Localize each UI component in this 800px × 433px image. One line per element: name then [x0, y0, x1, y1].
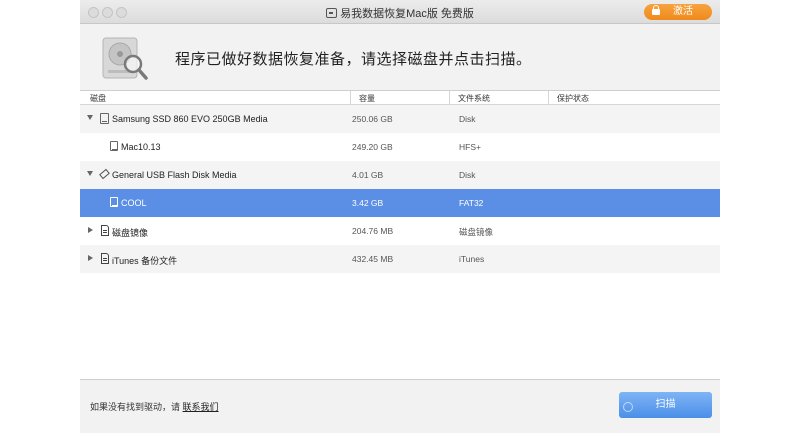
disclosure-triangle-collapsed-icon[interactable] — [88, 255, 93, 261]
hard-disk-search-icon — [102, 37, 148, 80]
disclosure-triangle-collapsed-icon[interactable] — [88, 227, 93, 233]
driver-help-note: 如果没有找到驱动，请 联系我们 — [90, 400, 219, 413]
app-window: 易我数据恢复Mac版 免费版 激活 程序已做好数据恢复准备，请选择磁盘并点击扫描… — [80, 0, 720, 433]
disk-size: 3.42 GB — [352, 198, 384, 208]
disk-filesystem: FAT32 — [459, 198, 484, 208]
disk-name: iTunes 备份文件 — [112, 256, 178, 266]
contact-us-link[interactable]: 联系我们 — [183, 402, 219, 412]
disk-filesystem: Disk — [459, 170, 476, 180]
column-header-size[interactable]: 容量 — [350, 91, 375, 105]
file-icon — [101, 225, 109, 236]
lock-icon — [652, 5, 660, 15]
disclosure-triangle-expanded-icon[interactable] — [87, 115, 93, 120]
disclosure-triangle-expanded-icon[interactable] — [87, 171, 93, 176]
disk-size: 250.06 GB — [352, 114, 393, 124]
disk-filesystem: iTunes — [459, 254, 485, 264]
driver-help-text: 如果没有找到驱动，请 — [90, 402, 181, 412]
column-header-disk[interactable]: 磁盘 — [90, 93, 106, 104]
usb-icon — [99, 168, 110, 180]
table-row[interactable]: Mac10.13 249.20 GB HFS+ — [80, 133, 720, 161]
disk-filesystem: HFS+ — [459, 142, 481, 152]
disk-filesystem: Disk — [459, 114, 476, 124]
disk-name: 磁盘镜像 — [112, 228, 149, 238]
table-row[interactable]: 磁盘镜像 204.76 MB 磁盘镜像 — [80, 217, 720, 245]
column-header-protection[interactable]: 保护状态 — [548, 91, 589, 105]
disk-name: General USB Flash Disk Media — [112, 170, 237, 180]
disk-table: 磁盘 容量 文件系统 保护状态 Samsung SSD 860 EVO 250G… — [80, 90, 720, 380]
disk-filesystem: 磁盘镜像 — [459, 227, 494, 237]
title-bar[interactable]: 易我数据恢复Mac版 免费版 激活 — [80, 0, 720, 24]
app-logo-icon — [326, 8, 338, 18]
scan-button[interactable]: 扫描 — [619, 392, 712, 418]
volume-icon — [110, 141, 118, 151]
drive-icon — [100, 113, 109, 124]
disk-size: 432.45 MB — [352, 254, 394, 264]
disk-name: Mac10.13 — [121, 142, 161, 152]
table-row-selected[interactable]: COOL 3.42 GB FAT32 — [80, 189, 720, 217]
table-header: 磁盘 容量 文件系统 保护状态 — [80, 91, 720, 105]
disk-size: 204.76 MB — [352, 226, 394, 236]
window-title: 易我数据恢复Mac版 免费版 — [80, 5, 720, 21]
window-title-text: 易我数据恢复Mac版 免费版 — [340, 8, 474, 20]
disk-name: COOL — [121, 198, 147, 208]
activate-label: 激活 — [673, 6, 693, 17]
disk-size: 249.20 GB — [352, 142, 393, 152]
disk-size: 4.01 GB — [352, 170, 384, 180]
ready-prompt: 程序已做好数据恢复准备，请选择磁盘并点击扫描。 — [175, 51, 532, 68]
volume-icon — [110, 197, 118, 207]
scan-icon — [623, 402, 633, 412]
activate-button[interactable]: 激活 — [644, 4, 712, 20]
file-icon — [101, 253, 109, 264]
table-row[interactable]: General USB Flash Disk Media 4.01 GB Dis… — [80, 161, 720, 189]
disk-name: Samsung SSD 860 EVO 250GB Media — [112, 114, 268, 124]
header: 程序已做好数据恢复准备，请选择磁盘并点击扫描。 — [80, 24, 720, 90]
table-row[interactable]: Samsung SSD 860 EVO 250GB Media 250.06 G… — [80, 105, 720, 133]
table-row[interactable]: iTunes 备份文件 432.45 MB iTunes — [80, 245, 720, 273]
scan-button-label: 扫描 — [655, 399, 676, 410]
column-header-filesystem[interactable]: 文件系统 — [449, 91, 490, 105]
